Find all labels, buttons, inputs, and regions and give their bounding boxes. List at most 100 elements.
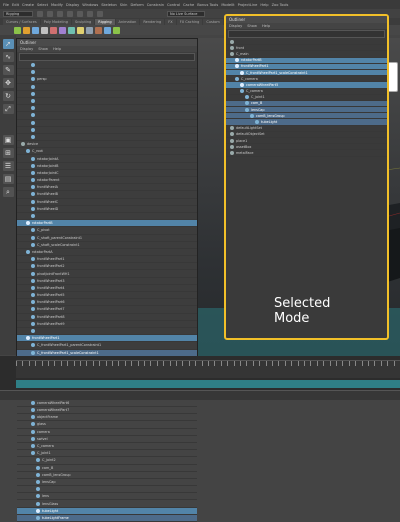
outliner-menu-help[interactable]: Help <box>53 46 61 52</box>
menu-display[interactable]: Display <box>66 3 79 7</box>
shelf-tool-icon[interactable] <box>104 26 111 34</box>
outliner-menu-show[interactable]: Show <box>38 46 48 52</box>
save-scene-icon[interactable] <box>57 10 63 17</box>
outliner-row[interactable] <box>17 134 197 142</box>
menu-windows[interactable]: Windows <box>82 3 98 7</box>
outliner-row[interactable]: rotatorJointB <box>17 163 197 170</box>
outliner-row[interactable]: rotatorPartB <box>17 220 197 228</box>
outliner-row[interactable]: cameraWheelPart6 <box>17 400 197 407</box>
outliner-row[interactable]: cam_B <box>17 465 197 472</box>
outliner-row[interactable]: swivel <box>17 436 197 443</box>
menu-help[interactable]: Help <box>260 3 268 7</box>
layout-four-icon[interactable]: ⊞ <box>2 148 14 158</box>
outliner-row[interactable]: metalFace <box>226 150 387 157</box>
paint-select-icon[interactable]: ✎ <box>2 65 14 75</box>
range-slider[interactable] <box>16 380 400 388</box>
outliner-row[interactable] <box>17 120 197 127</box>
menu-modelit[interactable]: ModelIt <box>221 3 234 7</box>
shelf-tool-icon[interactable] <box>50 26 57 34</box>
outliner-row[interactable]: C_camera <box>17 443 197 451</box>
outliner-row[interactable] <box>17 62 197 70</box>
shelf-tab[interactable]: Curves / Surfaces <box>3 18 40 25</box>
outliner-row[interactable]: frontWheelPart8 <box>17 314 197 321</box>
outliner-row[interactable]: C_joint2 <box>17 457 197 465</box>
outliner-row[interactable] <box>17 69 197 77</box>
scale-tool-icon[interactable]: ⤢ <box>2 104 14 114</box>
outliner-row[interactable] <box>17 213 197 221</box>
menu-projectline[interactable]: ProjectLine <box>238 3 258 7</box>
move-tool-icon[interactable]: ✥ <box>2 78 14 88</box>
outliner-row[interactable]: C_root <box>17 148 197 156</box>
outliner-row[interactable] <box>17 127 197 134</box>
outliner-row[interactable] <box>17 98 197 106</box>
menu-create[interactable]: Create <box>22 3 34 7</box>
menu-skeleton[interactable]: Skeleton <box>101 3 117 7</box>
outliner-row[interactable]: frontWheelC <box>17 199 197 206</box>
outliner-row[interactable]: frontWheelPart5 <box>17 292 197 300</box>
open-scene-icon[interactable] <box>47 10 53 17</box>
outliner-row[interactable]: frontWheelPart4 <box>17 285 197 292</box>
outliner-row[interactable] <box>17 91 197 98</box>
outliner-row[interactable]: lensCap <box>17 479 197 487</box>
overlay-menu-show[interactable]: Show <box>247 23 257 29</box>
menu-bonus-tools[interactable]: Bonus Tools <box>197 3 218 7</box>
outliner-row[interactable]: glass <box>17 421 197 429</box>
overlay-menu-display[interactable]: Display <box>229 23 242 29</box>
outliner-row[interactable]: rotatorParent <box>17 177 197 185</box>
outliner-row[interactable]: frontWheelPart1 <box>17 256 197 264</box>
layout-outliner-icon[interactable]: ☰ <box>2 161 14 171</box>
outliner-row[interactable]: tubeLightFrame <box>17 514 197 522</box>
layout-single-icon[interactable]: ▣ <box>2 135 14 145</box>
lasso-tool-icon[interactable]: ∿ <box>2 52 14 62</box>
outliner-row[interactable]: camera <box>17 429 197 436</box>
outliner-row[interactable]: frontWheelPart3 <box>17 278 197 285</box>
menu-control[interactable]: Control <box>167 3 180 7</box>
outliner-row[interactable]: C_shaft_scaleConstraint1 <box>17 242 197 249</box>
outliner-row[interactable]: rotatorJointA <box>17 155 197 163</box>
menu-select[interactable]: Select <box>37 3 48 7</box>
menu-zoo-tools[interactable]: Zoo Tools <box>272 3 289 7</box>
outliner-row[interactable]: lens <box>17 493 197 501</box>
outliner-row[interactable] <box>17 328 197 336</box>
shelf-tool-icon[interactable] <box>68 26 75 34</box>
outliner-row[interactable]: C_joint1 <box>17 450 197 458</box>
shelf-tool-icon[interactable] <box>59 26 66 34</box>
outliner-row[interactable]: lensGlass <box>17 500 197 508</box>
shelf-tool-icon[interactable] <box>86 26 93 34</box>
outliner-row[interactable]: C_frontWheelPart1_parentConstraint1 <box>17 342 197 350</box>
shelf-tab[interactable]: Animation <box>115 18 140 25</box>
shelf-tool-icon[interactable] <box>95 26 102 34</box>
shelf-tab[interactable]: Poly Modeling <box>40 18 71 25</box>
menu-cache[interactable]: Cache <box>183 3 194 7</box>
snap-curve-icon[interactable] <box>87 10 93 17</box>
overlay-search-input[interactable] <box>228 30 385 38</box>
rotate-tool-icon[interactable]: ↻ <box>2 91 14 101</box>
workspace-dropdown[interactable]: Rigging <box>3 10 33 17</box>
outliner-row[interactable]: tubeLight <box>17 507 197 515</box>
shelf-tool-icon[interactable] <box>14 26 21 34</box>
outliner-row[interactable] <box>17 105 197 113</box>
outliner-row[interactable]: frontWheelPart9 <box>17 321 197 328</box>
outliner-menu-display[interactable]: Display <box>20 46 33 52</box>
snap-grid-icon[interactable] <box>77 10 83 17</box>
outliner-row[interactable] <box>17 84 197 91</box>
outliner-row[interactable]: rotatorPartA <box>17 249 197 257</box>
shelf-tool-icon[interactable] <box>41 26 48 34</box>
menu-edit[interactable]: Edit <box>12 3 19 7</box>
shelf-tool-icon[interactable] <box>32 26 39 34</box>
shelf-tool-icon[interactable] <box>113 26 120 34</box>
outliner-row[interactable]: pivotJointFrontWH1 <box>17 270 197 278</box>
outliner-row[interactable]: rotatorJointC <box>17 170 197 177</box>
shelf-tool-icon[interactable] <box>77 26 84 34</box>
shelf-tab[interactable]: FX Caching <box>176 18 203 25</box>
outliner-row[interactable]: camB_lensGroup <box>17 472 197 479</box>
layout-graph-icon[interactable]: ▤ <box>2 174 14 184</box>
shelf-tab[interactable]: Rigging <box>95 18 115 25</box>
shelf-tab[interactable]: Rendering <box>140 18 165 25</box>
outliner-row[interactable] <box>17 486 197 494</box>
menu-file[interactable]: File <box>3 3 9 7</box>
outliner-row[interactable]: frontWheelA <box>17 184 197 192</box>
new-scene-icon[interactable] <box>37 10 43 17</box>
outliner-search-input[interactable] <box>19 53 195 61</box>
shelf-tab[interactable]: FX <box>165 18 176 25</box>
